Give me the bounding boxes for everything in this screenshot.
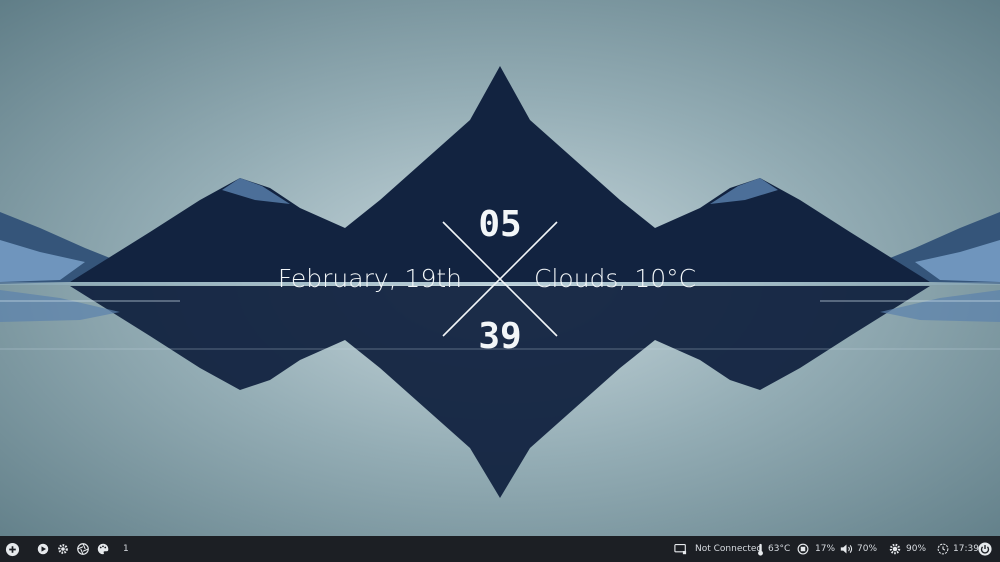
thermometer-icon <box>756 536 765 562</box>
workspace-indicator[interactable]: 1 <box>123 536 129 562</box>
taskbar: 1 Not Connected 63°C 17% 70% 90% 17:39 <box>0 536 1000 562</box>
monitor-network-icon[interactable] <box>674 536 687 562</box>
weather-label: Clouds, 10°C <box>534 264 697 293</box>
sun-icon[interactable] <box>889 536 901 562</box>
cpu-icon <box>797 536 809 562</box>
aperture-icon[interactable] <box>77 536 89 562</box>
gear-icon[interactable] <box>57 536 69 562</box>
clock-icon <box>937 536 949 562</box>
clock-hour: 05 <box>478 204 522 245</box>
desktop-wallpaper <box>0 0 1000 536</box>
temperature-value: 63°C <box>768 544 791 554</box>
date-label: February, 19th <box>277 264 462 293</box>
cpu-value: 17% <box>815 544 836 554</box>
palette-icon[interactable] <box>97 536 109 562</box>
play-circle-icon[interactable] <box>37 536 49 562</box>
time-value: 17:39 <box>953 544 979 554</box>
speaker-icon[interactable] <box>840 536 853 562</box>
power-icon[interactable] <box>978 536 992 562</box>
brightness-value[interactable]: 90% <box>906 536 926 562</box>
volume-value[interactable]: 70% <box>857 536 877 562</box>
network-status-label[interactable]: Not Connected <box>695 536 762 562</box>
clock-minute: 39 <box>478 316 522 357</box>
plus-circle-icon[interactable] <box>5 536 20 562</box>
